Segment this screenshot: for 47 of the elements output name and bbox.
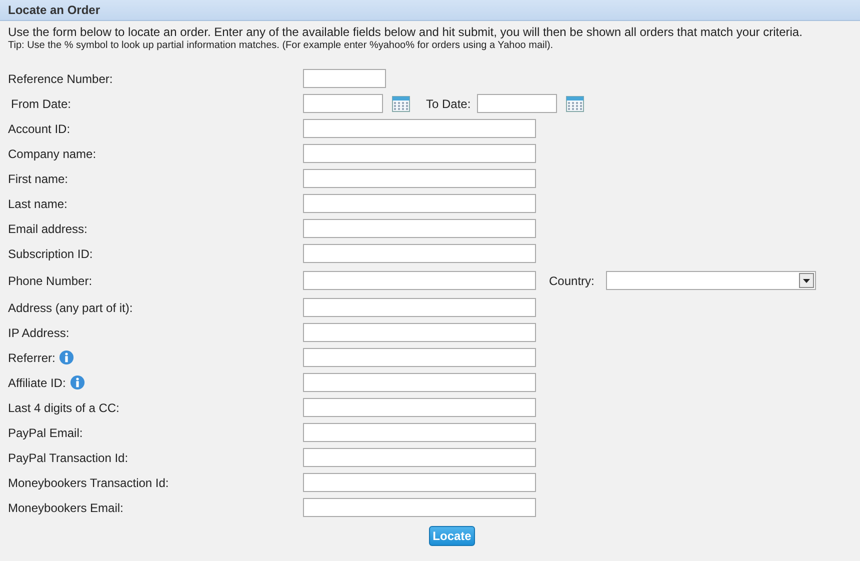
input-field[interactable] [303,219,536,238]
field-label: IP Address: [8,326,70,340]
input-field[interactable] [303,169,536,188]
input-field[interactable] [303,69,386,88]
field-label: Country: [549,274,594,288]
field-label: First name: [8,172,68,186]
field-label: Subscription ID: [8,246,93,260]
tip-text: Tip: Use the % symbol to look up partial information matches. (For example enter %yahoo% for orders using a Yahoo mail). [7,39,554,51]
input-field[interactable] [303,244,536,263]
input-field[interactable] [303,119,536,138]
input-field[interactable] [303,373,536,392]
input-field[interactable] [303,498,536,517]
field-label: Email address: [8,222,88,236]
field-label: Reference Number: [8,72,113,86]
info-icon[interactable] [59,350,74,365]
field-label: Referrer: [8,350,56,364]
field-label: Address (any part of it): [8,300,133,314]
field-label: To Date: [426,96,471,110]
calendar-icon[interactable] [566,96,584,112]
intro-text: Use the form below to locate an order. Enter any of the available fields below and hit submit, you will then be shown all orders that match your criteria. [7,24,804,39]
input-field[interactable] [303,398,536,417]
field-label: Account ID: [8,122,70,136]
input-field[interactable] [303,144,536,163]
input-field[interactable] [303,194,536,213]
field-label: PayPal Email: [8,426,83,440]
field-label: Last name: [8,196,68,210]
field-label: PayPal Transaction Id: [8,450,128,464]
input-field[interactable] [303,473,536,492]
field-label: Affiliate ID: [8,376,66,390]
field-label: Company name: [8,146,96,160]
calendar-icon[interactable] [392,96,410,112]
panel-title: Locate an Order [8,3,100,17]
input-field[interactable] [303,348,536,367]
input-field[interactable] [303,323,536,342]
input-field[interactable] [303,298,536,317]
field-label: Phone Number: [8,274,92,288]
input-field[interactable] [303,271,536,290]
info-icon[interactable] [70,375,85,390]
locate-button[interactable]: Locate [428,526,476,546]
input-field[interactable] [303,448,536,467]
input-field[interactable] [303,423,536,442]
field-label: From Date: [11,96,72,110]
field-label: Last 4 digits of a CC: [8,400,120,414]
input-field[interactable] [303,94,383,113]
input-field[interactable] [476,94,557,113]
field-label: Moneybookers Transaction Id: [8,476,169,490]
field-label: Moneybookers Email: [8,500,124,514]
